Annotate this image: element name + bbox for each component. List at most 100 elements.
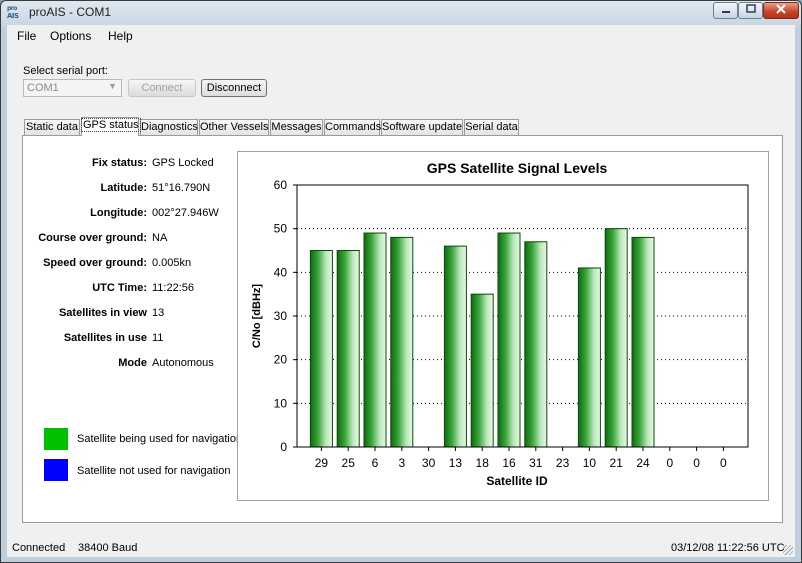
legend-unused-swatch xyxy=(44,459,68,481)
connect-button[interactable]: Connect xyxy=(128,79,196,97)
x-tick-label: 18 xyxy=(476,456,490,470)
y-axis-label: C/No [dBHz] xyxy=(251,284,263,348)
latitude-label: Latitude: xyxy=(100,182,147,194)
legend-used-label: Satellite being used for navigation xyxy=(77,433,243,445)
app-icon: pro AIS xyxy=(7,4,23,20)
main-window: pro AIS proAIS - COM1 File Options Help … xyxy=(0,0,802,563)
mode-value: Autonomous xyxy=(152,357,214,369)
baud-rate: 38400 Baud xyxy=(78,542,138,554)
x-tick-label: 16 xyxy=(502,456,516,470)
x-tick-label: 13 xyxy=(449,456,463,470)
utc-time-value: 11:22:56 xyxy=(152,282,195,294)
svg-text:pro: pro xyxy=(7,5,17,12)
tab-gps-status-label: GPS status xyxy=(81,118,141,132)
window-title: proAIS - COM1 xyxy=(29,5,112,19)
title-bar[interactable]: pro AIS proAIS - COM1 xyxy=(1,1,801,25)
signal-bar xyxy=(577,267,601,448)
signal-chart: GPS Satellite Signal Levels 0 10 20 30 40 50 6… xyxy=(237,151,769,501)
menu-help[interactable]: Help xyxy=(108,29,133,43)
longitude-label: Longitude: xyxy=(90,207,147,219)
tab-messages[interactable]: Messages xyxy=(270,119,323,135)
x-tick-label: 24 xyxy=(636,456,650,470)
x-tick-label: 29 xyxy=(315,456,329,470)
x-tick-label: 10 xyxy=(583,456,597,470)
signal-bar xyxy=(309,250,333,448)
longitude-value: 002°27.946W xyxy=(152,207,219,219)
chevron-down-icon: ▼ xyxy=(108,81,117,91)
fix-status-value: GPS Locked xyxy=(152,157,214,169)
y-tick-label: 20 xyxy=(274,353,288,367)
satellites-in-view-value: 13 xyxy=(152,307,165,319)
signal-bar xyxy=(390,236,414,448)
serial-port-value: COM1 xyxy=(27,82,59,94)
y-tick-label: 10 xyxy=(274,396,288,410)
speed-value: 0.005kn xyxy=(152,257,192,269)
y-tick-label: 40 xyxy=(274,265,288,279)
tab-commands[interactable]: Commands xyxy=(324,119,381,135)
y-tick-label: 30 xyxy=(274,309,288,323)
signal-bar xyxy=(336,250,360,448)
close-icon xyxy=(776,4,786,14)
tab-diagnostics[interactable]: Diagnostics xyxy=(140,119,198,135)
tab-gps-status[interactable]: GPS status xyxy=(81,117,141,136)
x-tick-label: 0 xyxy=(693,456,700,470)
menu-bar: File Options Help xyxy=(7,25,795,47)
signal-chart-svg: GPS Satellite Signal Levels 010203040506… xyxy=(251,160,749,488)
minimize-icon xyxy=(721,11,730,13)
serial-port-label: Select serial port: xyxy=(23,65,108,77)
x-tick-label: 0 xyxy=(666,456,673,470)
close-button[interactable] xyxy=(763,2,799,19)
disconnect-button[interactable]: Disconnect xyxy=(201,79,267,97)
x-tick-label: 3 xyxy=(398,456,405,470)
resize-grip[interactable] xyxy=(783,545,793,555)
gps-status-panel: Fix status: GPS Locked Latitude: 51°16.7… xyxy=(22,135,783,523)
fix-status-label: Fix status: xyxy=(91,157,147,169)
signal-bar xyxy=(363,232,387,448)
x-tick-label: 0 xyxy=(720,456,727,470)
serial-port-select[interactable]: COM1 ▼ xyxy=(23,79,122,97)
y-tick-label: 60 xyxy=(274,178,288,192)
minimize-button[interactable] xyxy=(713,2,738,19)
signal-bar xyxy=(470,293,494,448)
svg-text:AIS: AIS xyxy=(7,12,19,20)
chart-bars xyxy=(309,228,655,448)
satellites-in-use-label: Satellites in use xyxy=(63,332,147,344)
chart-title: GPS Satellite Signal Levels xyxy=(427,160,608,176)
utc-time-label: UTC Time: xyxy=(92,282,147,294)
mode-label: Mode xyxy=(118,357,147,369)
tab-software-update[interactable]: Software update xyxy=(381,119,463,135)
satellites-in-view-label: Satellites in view xyxy=(58,307,147,319)
signal-bar xyxy=(497,232,521,448)
status-datetime: 03/12/08 11:22:56 UTC xyxy=(671,542,785,554)
connection-status: Connected xyxy=(12,542,66,554)
signal-bar xyxy=(443,245,467,448)
course-label: Course over ground: xyxy=(38,232,147,244)
tab-serial-data[interactable]: Serial data xyxy=(464,119,519,135)
client-area: File Options Help Select serial port: CO… xyxy=(7,25,795,557)
menu-options[interactable]: Options xyxy=(50,29,91,43)
legend-used-swatch xyxy=(44,428,68,450)
signal-bar xyxy=(631,236,655,448)
menu-file[interactable]: File xyxy=(17,29,36,43)
course-value: NA xyxy=(152,232,168,244)
y-tick-label: 0 xyxy=(280,440,287,454)
y-tick-label: 50 xyxy=(274,222,288,236)
status-bar: Connected 38400 Baud 03/12/08 11:22:56 U… xyxy=(7,537,795,557)
tab-static-data[interactable]: Static data xyxy=(24,119,80,135)
legend-unused-label: Satellite not used for navigation xyxy=(77,465,231,477)
x-axis-label: Satellite ID xyxy=(486,474,548,488)
signal-bar xyxy=(524,241,548,448)
maximize-icon xyxy=(745,4,756,13)
satellites-in-use-value: 11 xyxy=(152,332,164,344)
x-tick-label: 25 xyxy=(342,456,356,470)
latitude-value: 51°16.790N xyxy=(152,182,211,194)
x-tick-label: 23 xyxy=(556,456,570,470)
tab-other-vessels[interactable]: Other Vessels xyxy=(199,119,269,135)
x-tick-label: 21 xyxy=(610,456,624,470)
x-tick-label: 31 xyxy=(529,456,543,470)
speed-label: Speed over ground: xyxy=(43,257,147,269)
signal-bar xyxy=(604,228,628,448)
maximize-button[interactable] xyxy=(738,2,763,19)
x-tick-label: 6 xyxy=(372,456,379,470)
x-tick-label: 30 xyxy=(422,456,436,470)
